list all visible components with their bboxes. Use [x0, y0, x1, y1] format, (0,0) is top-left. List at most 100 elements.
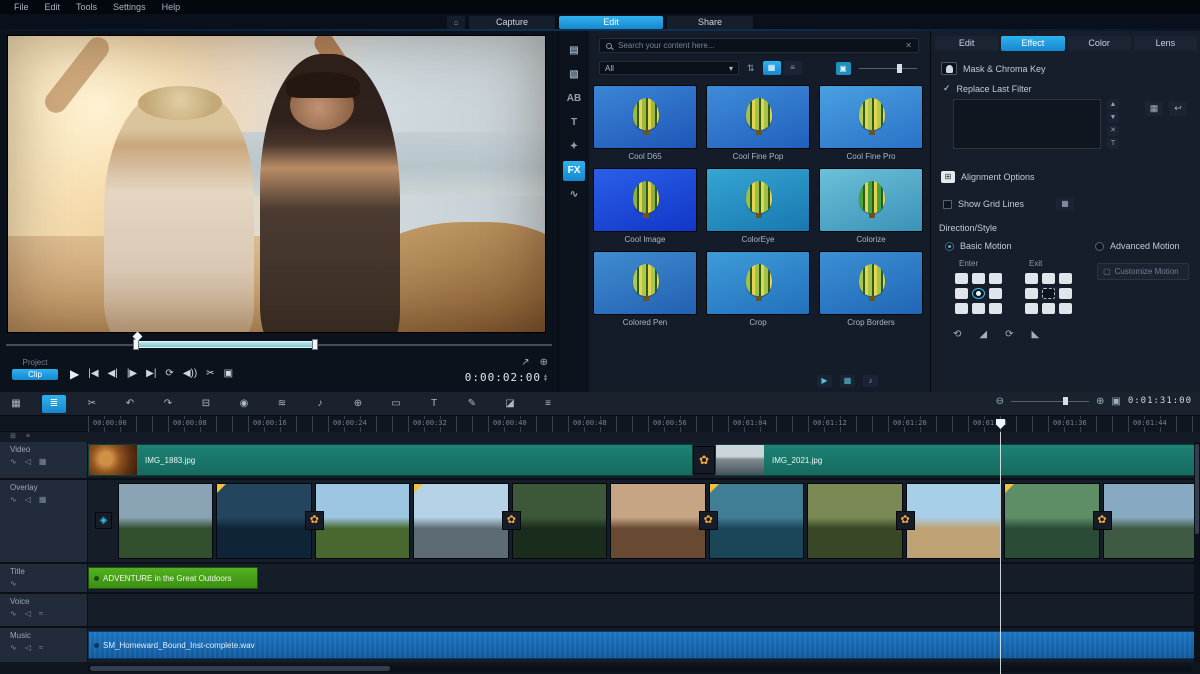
alignment-options-label[interactable]: Alignment Options [961, 172, 1035, 182]
mute-track-icon[interactable]: ◁ [25, 609, 31, 618]
project-clip-toggle[interactable]: Project Clip [12, 358, 58, 380]
home-button[interactable]: |◀ [88, 367, 98, 381]
library-item[interactable]: ColorEye [706, 168, 810, 244]
end-button[interactable]: ▶| [146, 367, 156, 381]
alignment-options-row[interactable]: ⊞ Alignment Options [941, 171, 1035, 183]
filter-thumbnail[interactable] [706, 168, 810, 232]
filter-down-icon[interactable]: ▼ [1107, 112, 1119, 123]
enter-direction-1[interactable] [972, 273, 985, 284]
storyboard-view-button[interactable]: ▦ [4, 395, 28, 413]
customize-motion-button[interactable]: ▢ Customize Motion [1097, 263, 1189, 280]
instant-project-icon[interactable]: ▧ [563, 65, 585, 85]
options-tab-effect[interactable]: Effect [1001, 36, 1064, 51]
filter-thumbnail[interactable] [819, 85, 923, 149]
filter-thumbnail[interactable] [593, 168, 697, 232]
transition-library-icon[interactable]: AB [563, 89, 585, 109]
enter-direction-6[interactable] [955, 303, 968, 314]
delete-filter-icon[interactable]: ✕ [1107, 125, 1119, 136]
menu-tools[interactable]: Tools [68, 2, 105, 12]
library-item[interactable]: Cool Image [593, 168, 697, 244]
waveform-icon[interactable]: ≈ [39, 609, 43, 618]
zoom-out-icon[interactable]: ⊖ [996, 396, 1004, 407]
close-icon[interactable]: ✕ [905, 41, 912, 50]
motion-tracking-button[interactable]: ⊕ [346, 395, 370, 413]
overlay-clip[interactable] [413, 483, 508, 559]
overlay-clip[interactable]: ✿ [906, 483, 1001, 559]
overlay-clip[interactable] [1004, 483, 1099, 559]
trim-button[interactable]: ⊟ [194, 395, 218, 413]
menu-settings[interactable]: Settings [105, 2, 154, 12]
enlarge-preview-icon[interactable]: ↗ [521, 357, 529, 368]
overlay-track-header[interactable]: Overlay ∿◁▦ [0, 480, 88, 562]
split-clip-button[interactable]: ✂ [206, 367, 214, 381]
overlay-clip[interactable] [610, 483, 705, 559]
subtitle-editor-button[interactable]: ▭ [384, 395, 408, 413]
music-track-header[interactable]: Music ∿◁≈ [0, 628, 88, 662]
options-tab-lens[interactable]: Lens [1134, 36, 1197, 51]
filter-up-icon[interactable]: ▲ [1107, 99, 1119, 110]
exit-direction-7[interactable] [1042, 303, 1055, 314]
ripple-edit-icon[interactable]: ∿ [10, 609, 17, 618]
slider-handle[interactable] [1063, 397, 1068, 405]
waveform-icon[interactable]: ≈ [39, 643, 43, 652]
options-tab-color[interactable]: Color [1068, 36, 1131, 51]
library-item[interactable]: Crop [706, 251, 810, 327]
sound-mixer-button[interactable]: ≋ [270, 395, 294, 413]
exit-direction-3[interactable] [1025, 288, 1038, 299]
transition-icon[interactable]: ✿ [305, 511, 324, 530]
tab-capture[interactable]: Capture [469, 16, 555, 29]
track-thumbnail-icon[interactable]: ▦ [39, 495, 47, 504]
undo-button[interactable]: ↶ [118, 395, 142, 413]
gallery-dropdown[interactable]: All ▾ [599, 61, 739, 75]
vertical-scrollbar[interactable] [1194, 442, 1200, 662]
tab-edit[interactable]: Edit [559, 16, 663, 29]
music-clip[interactable]: SM_Homeward_Bound_Inst-complete.wav [88, 631, 1198, 659]
filter-thumbnail[interactable] [819, 168, 923, 232]
project-mode-label[interactable]: Project [12, 358, 58, 367]
auto-music-button[interactable]: ♪ [308, 395, 332, 413]
title-tool-button[interactable]: T [422, 395, 446, 413]
menu-edit[interactable]: Edit [37, 2, 69, 12]
scrollbar-thumb[interactable] [1195, 444, 1199, 534]
transition-icon[interactable]: ✿ [896, 511, 915, 530]
play-button[interactable]: ▶ [70, 367, 79, 381]
overlay-clip[interactable]: ✿ [1103, 483, 1198, 559]
home-tab[interactable]: ⌂ [447, 16, 465, 29]
transition-icon[interactable]: ◈ [95, 512, 112, 529]
scrollbar-thumb[interactable] [90, 666, 390, 671]
timeline-zoom-slider[interactable] [1011, 395, 1089, 407]
repeat-button[interactable]: ⟳ [165, 367, 173, 381]
menu-file[interactable]: File [6, 2, 37, 12]
track-options-icon[interactable]: ≡ [26, 432, 30, 442]
library-item[interactable]: Cool Fine Pro [819, 85, 923, 161]
sort-icon[interactable]: ⇅ [747, 63, 755, 74]
overlay-clip[interactable] [118, 483, 213, 559]
motion-path-icon[interactable]: ∿ [563, 185, 585, 205]
trim-range[interactable] [136, 341, 316, 348]
overlay-clip[interactable] [216, 483, 311, 559]
transition-icon[interactable]: ✿ [693, 446, 715, 474]
exit-direction-8[interactable] [1059, 303, 1072, 314]
tab-share[interactable]: Share [667, 16, 753, 29]
media-type-photo-icon[interactable]: ▦ [840, 375, 855, 387]
ripple-edit-icon[interactable]: ∿ [10, 457, 17, 466]
replace-last-filter-label[interactable]: Replace Last Filter [957, 84, 1032, 94]
customize-filter-icon[interactable]: ↩ [1169, 101, 1187, 116]
library-item[interactable]: Colorize [819, 168, 923, 244]
timeline-ruler[interactable]: 00:00:0000:00:0800:00:1600:00:2400:00:32… [0, 416, 1200, 432]
filter-thumbnail[interactable] [593, 251, 697, 315]
media-type-audio-icon[interactable]: ♪ [863, 375, 878, 387]
media-type-video-icon[interactable]: ▶ [817, 375, 832, 387]
video-track-header[interactable]: Video ∿◁▦ [0, 442, 88, 478]
redo-button[interactable]: ↷ [156, 395, 180, 413]
filter-preset-icon[interactable]: ▦ [1145, 101, 1163, 116]
snapshot-button[interactable]: ▣ [224, 367, 233, 381]
add-track-icon[interactable]: ⊞ [10, 432, 16, 442]
mask-creator-button[interactable]: ◪ [498, 395, 522, 413]
prev-frame-button[interactable]: ◀| [108, 367, 118, 381]
preview-scrubbar[interactable] [6, 335, 552, 353]
mute-track-icon[interactable]: ◁ [25, 643, 31, 652]
grid-settings-icon[interactable]: ▦ [1056, 197, 1074, 211]
track-thumbnail-icon[interactable]: ▦ [39, 457, 47, 466]
record-capture-button[interactable]: ◉ [232, 395, 256, 413]
